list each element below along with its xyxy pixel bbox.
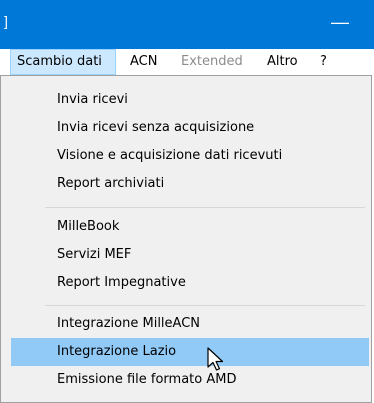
menu-item-invia-ricevi-senza-acquisizione[interactable]: Invia ricevi senza acquisizione [11,114,369,142]
menu-item-label: Visione e acquisizione dati ricevuti [57,148,283,163]
window-title: ] [4,13,8,29]
menu-item-label: Invia ricevi senza acquisizione [57,120,255,135]
menu-item-report-impegnative[interactable]: Report Impegnative [11,269,369,297]
menu-separator [45,305,365,306]
menu-help[interactable]: ? [320,49,327,75]
menu-item-invia-ricevi[interactable]: Invia ricevi [11,86,369,114]
menu-item-label: Report archiviati [57,176,165,191]
menu-acn[interactable]: ACN [130,49,157,75]
menu-bar: Scambio dati ACN Extended Altro ? [0,49,374,76]
menu-item-label: MilleBook [57,219,120,234]
menu-item-integrazione-lazio[interactable]: Integrazione Lazio [11,338,369,366]
menu-item-integrazione-milleacn[interactable]: Integrazione MilleACN [11,310,369,338]
menu-extended: Extended [181,54,243,69]
menu-item-label: Servizi MEF [57,247,132,262]
minimize-button[interactable]: — [320,10,360,38]
menu-item-report-archiviati[interactable]: Report archiviati [11,170,369,198]
menu-separator [45,207,365,208]
menu-item-label: Invia ricevi [57,92,128,107]
menu-item-label: Report Impegnative [57,275,186,290]
menu-altro[interactable]: Altro [267,49,298,75]
menu-item-servizi-mef[interactable]: Servizi MEF [11,241,369,269]
menu-item-label: Integrazione MilleACN [57,316,201,331]
title-bar: ] — [0,0,374,49]
menu-item-label: Integrazione Lazio [57,344,177,359]
scambio-dati-dropdown: Invia ricevi Invia ricevi senza acquisiz… [0,75,372,403]
menu-item-millebook[interactable]: MilleBook [11,213,369,241]
menu-item-emissione-file-amd[interactable]: Emissione file formato AMD [11,366,369,394]
menu-scambio-dati[interactable]: Scambio dati [10,49,116,75]
menu-item-visione-acquisizione[interactable]: Visione e acquisizione dati ricevuti [11,142,369,170]
mouse-pointer-icon [207,347,224,371]
